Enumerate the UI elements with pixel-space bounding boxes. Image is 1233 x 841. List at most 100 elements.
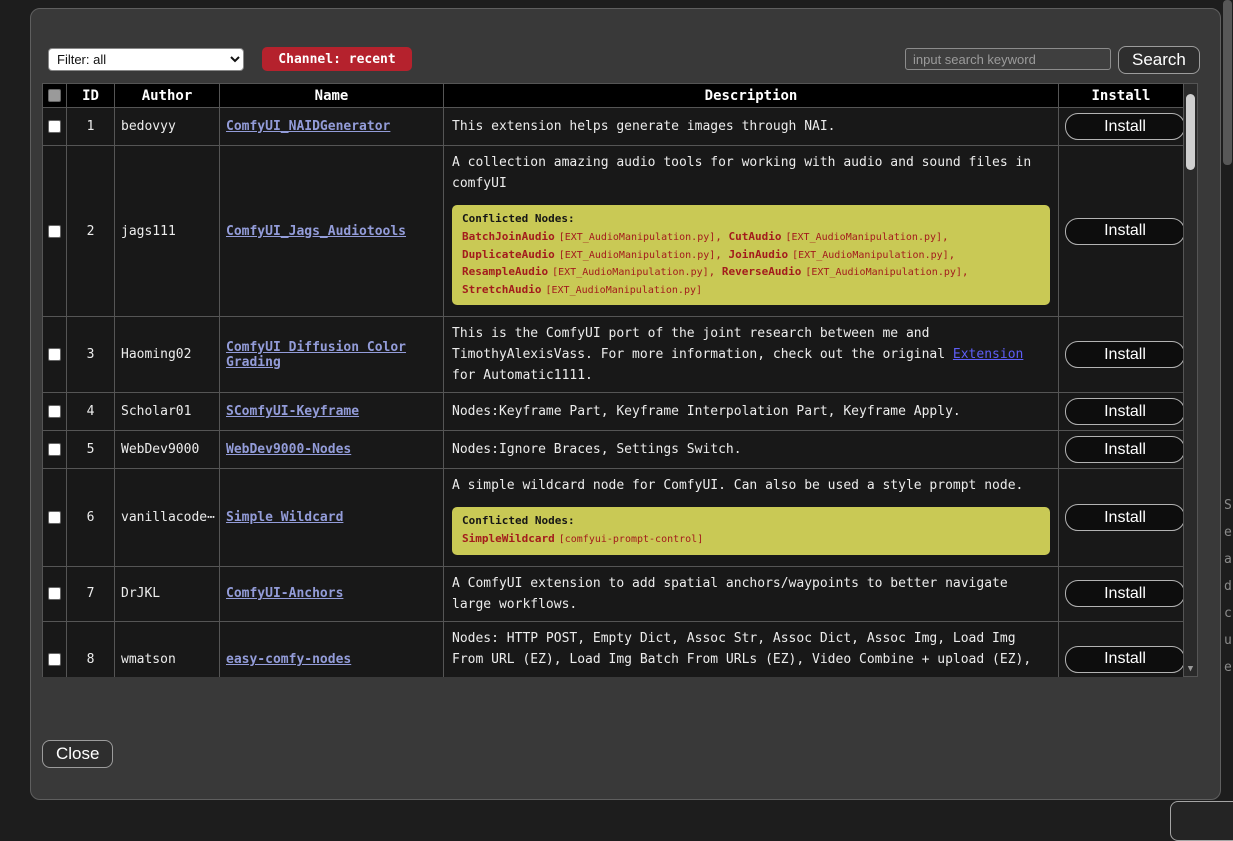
install-button[interactable]: Install xyxy=(1065,113,1183,140)
background-text-fragment: S xyxy=(1224,498,1233,525)
extension-name-link[interactable]: WebDev9000-Nodes xyxy=(226,442,351,457)
scroll-down-icon[interactable]: ▼ xyxy=(1184,665,1197,674)
extension-name-link[interactable]: ComfyUI_NAIDGenerator xyxy=(226,119,390,134)
header-id: ID xyxy=(67,84,115,108)
background-text-fragment: d xyxy=(1224,579,1233,606)
row-author: jags111 xyxy=(115,146,220,317)
row-description: This is the ComfyUI port of the joint re… xyxy=(444,317,1059,393)
background-text-fragment: u xyxy=(1224,633,1233,660)
row-checkbox[interactable] xyxy=(48,443,61,456)
conflicted-node: SimpleWildcard[comfyui-prompt-control] xyxy=(462,532,703,545)
table-row: 3 Haoming02 ComfyUI Diffusion Color Grad… xyxy=(43,317,1184,393)
header-description: Description xyxy=(444,84,1059,108)
extension-name-link[interactable]: Simple Wildcard xyxy=(226,510,343,525)
row-description: This extension helps generate images thr… xyxy=(444,108,1059,146)
install-button[interactable]: Install xyxy=(1065,398,1183,425)
conflicted-nodes-box: Conflicted Nodes: BatchJoinAudio[EXT_Aud… xyxy=(452,205,1050,305)
install-button[interactable]: Install xyxy=(1065,341,1183,368)
conflicted-nodes-title: Conflicted Nodes: xyxy=(462,514,1040,527)
header-install: Install xyxy=(1059,84,1184,108)
search-input[interactable] xyxy=(905,48,1111,70)
table-header-row: ID Author Name Description Install xyxy=(43,84,1184,108)
row-checkbox[interactable] xyxy=(48,511,61,524)
conflicted-node: CutAudio[EXT_AudioManipulation.py] xyxy=(729,230,949,243)
table-row: 8 wmatson easy-comfy-nodes Nodes: HTTP P… xyxy=(43,621,1184,677)
install-button[interactable]: Install xyxy=(1065,218,1183,245)
extension-name-link[interactable]: ComfyUI Diffusion Color Grading xyxy=(226,340,406,370)
table-row: 2 jags111 ComfyUI_Jags_Audiotools A coll… xyxy=(43,146,1184,317)
row-checkbox[interactable] xyxy=(48,587,61,600)
toolbar: Filter: all Channel: recent Search xyxy=(48,46,1205,76)
partial-background-button xyxy=(1170,801,1233,841)
row-author: vanillacode⋯ xyxy=(115,469,220,567)
row-id: 6 xyxy=(67,469,115,567)
table-row: 4 Scholar01 SComfyUI-Keyframe Nodes:Keyf… xyxy=(43,393,1184,431)
conflicted-node: DuplicateAudio[EXT_AudioManipulation.py] xyxy=(462,248,729,261)
close-button[interactable]: Close xyxy=(42,740,113,768)
row-description: Nodes: HTTP POST, Empty Dict, Assoc Str,… xyxy=(444,621,1059,677)
conflicted-nodes-list: BatchJoinAudio[EXT_AudioManipulation.py]… xyxy=(462,228,1040,298)
row-id: 4 xyxy=(67,393,115,431)
conflicted-nodes-list: SimpleWildcard[comfyui-prompt-control] xyxy=(462,530,1040,548)
conflicted-node: ResampleAudio[EXT_AudioManipulation.py] xyxy=(462,265,722,278)
install-button[interactable]: Install xyxy=(1065,580,1183,607)
install-custom-nodes-dialog: Filter: all Channel: recent Search ID Au… xyxy=(30,8,1221,800)
row-author: Scholar01 xyxy=(115,393,220,431)
row-id: 1 xyxy=(67,108,115,146)
row-description: A collection amazing audio tools for wor… xyxy=(452,152,1050,194)
conflicted-nodes-box: Conflicted Nodes: SimpleWildcard[comfyui… xyxy=(452,507,1050,555)
row-description: Nodes:Ignore Braces, Settings Switch. xyxy=(444,431,1059,469)
search-button[interactable]: Search xyxy=(1118,46,1200,74)
extension-name-link[interactable]: ComfyUI_Jags_Audiotools xyxy=(226,224,406,239)
row-id: 2 xyxy=(67,146,115,317)
filter-select[interactable]: Filter: all xyxy=(48,48,244,71)
conflicted-node: BatchJoinAudio[EXT_AudioManipulation.py] xyxy=(462,230,729,243)
extension-name-link[interactable]: ComfyUI-Anchors xyxy=(226,586,343,601)
install-button[interactable]: Install xyxy=(1065,436,1183,463)
row-id: 7 xyxy=(67,566,115,621)
table-scrollbar[interactable]: ▼ xyxy=(1183,83,1198,677)
row-checkbox[interactable] xyxy=(48,653,61,666)
install-button[interactable]: Install xyxy=(1065,504,1183,531)
row-author: wmatson xyxy=(115,621,220,677)
row-description: A ComfyUI extension to add spatial ancho… xyxy=(444,566,1059,621)
custom-nodes-table: ID Author Name Description Install 1 bed… xyxy=(42,83,1183,677)
background-text-fragment: a xyxy=(1224,552,1233,579)
extension-name-link[interactable]: easy-comfy-nodes xyxy=(226,652,351,667)
row-author: DrJKL xyxy=(115,566,220,621)
extension-name-link[interactable]: SComfyUI-Keyframe xyxy=(226,404,359,419)
channel-badge: Channel: recent xyxy=(262,47,412,71)
table-scrollbar-thumb[interactable] xyxy=(1186,94,1195,170)
header-checkbox-cell xyxy=(43,84,67,108)
row-checkbox[interactable] xyxy=(48,120,61,133)
row-author: WebDev9000 xyxy=(115,431,220,469)
page-scrollbar-thumb[interactable] xyxy=(1223,0,1232,165)
conflicted-node: JoinAudio[EXT_AudioManipulation.py] xyxy=(729,248,956,261)
table-row: 1 bedovyy ComfyUI_NAIDGenerator This ext… xyxy=(43,108,1184,146)
row-checkbox[interactable] xyxy=(48,405,61,418)
conflicted-nodes-title: Conflicted Nodes: xyxy=(462,212,1040,225)
install-button[interactable]: Install xyxy=(1065,646,1183,673)
header-author: Author xyxy=(115,84,220,108)
row-author: bedovyy xyxy=(115,108,220,146)
row-description: A simple wildcard node for ComfyUI. Can … xyxy=(452,475,1050,496)
conflicted-node: StretchAudio[EXT_AudioManipulation.py] xyxy=(462,283,702,296)
row-checkbox[interactable] xyxy=(48,225,61,238)
row-id: 3 xyxy=(67,317,115,393)
table-row: 5 WebDev9000 WebDev9000-Nodes Nodes:Igno… xyxy=(43,431,1184,469)
table-row: 7 DrJKL ComfyUI-Anchors A ComfyUI extens… xyxy=(43,566,1184,621)
row-id: 8 xyxy=(67,621,115,677)
extension-link[interactable]: Extension xyxy=(953,347,1023,362)
background-text-fragment: c xyxy=(1224,606,1233,633)
background-text-fragment: e xyxy=(1224,525,1233,552)
row-author: Haoming02 xyxy=(115,317,220,393)
conflicted-node: ReverseAudio[EXT_AudioManipulation.py] xyxy=(722,265,969,278)
row-checkbox[interactable] xyxy=(48,348,61,361)
select-all-checkbox[interactable] xyxy=(48,89,61,102)
row-description: Nodes:Keyframe Part, Keyframe Interpolat… xyxy=(444,393,1059,431)
row-id: 5 xyxy=(67,431,115,469)
background-text-fragments: Seadcue xyxy=(1224,498,1233,687)
table-row: 6 vanillacode⋯ Simple Wildcard A simple … xyxy=(43,469,1184,567)
background-text-fragment: e xyxy=(1224,660,1233,687)
header-name: Name xyxy=(220,84,444,108)
